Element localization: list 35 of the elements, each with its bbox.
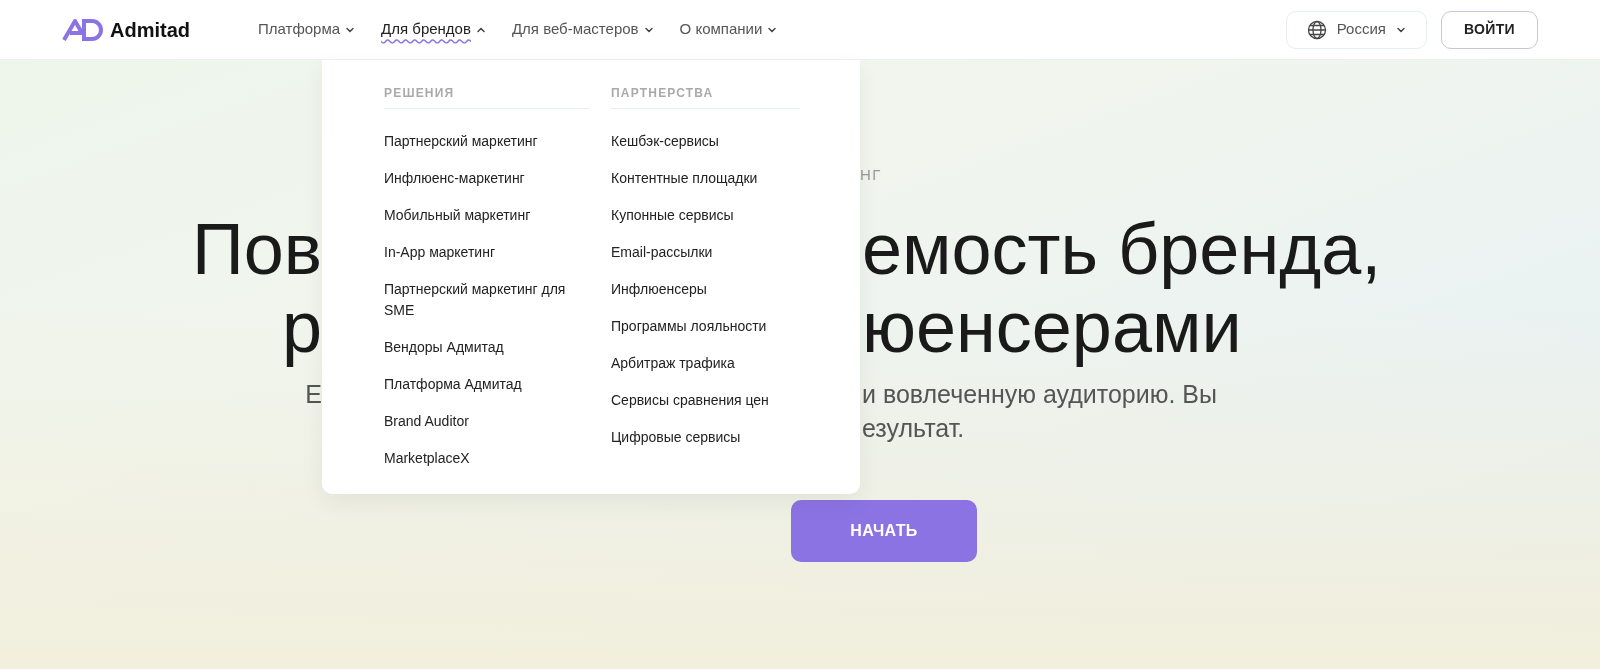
menu-link[interactable]: MarketplaceX <box>384 448 589 469</box>
start-button[interactable]: НАЧАТЬ <box>791 500 977 562</box>
menu-link[interactable]: Партнерский маркетинг <box>384 131 589 152</box>
nav-menu-item[interactable]: Платформа <box>258 18 356 41</box>
menu-link[interactable]: Email-рассылки <box>611 242 800 263</box>
menu-section-heading: РЕШЕНИЯ <box>384 84 589 109</box>
menu-link[interactable]: Кешбэк-сервисы <box>611 131 800 152</box>
menu-link[interactable]: Контентные площадки <box>611 168 800 189</box>
hero-eyebrow: НГ <box>860 165 882 185</box>
menu-link[interactable]: Платформа Адмитад <box>384 374 589 395</box>
hero-description: Е <box>305 379 322 410</box>
menu-link[interactable]: Партнерский маркетинг для SME <box>384 279 589 321</box>
logo-text[interactable]: Admitad <box>110 14 190 45</box>
menu-link[interactable]: Инфлюенс-маркетинг <box>384 168 589 189</box>
menu-link[interactable]: Цифровые сервисы <box>611 427 800 448</box>
menu-link[interactable]: Вендоры Адмитад <box>384 337 589 358</box>
logo-icon <box>62 17 104 42</box>
menu-link[interactable]: Программы лояльности <box>611 316 800 337</box>
menu-link[interactable]: Инфлюенсеры <box>611 279 800 300</box>
region-selector[interactable]: Россия <box>1285 10 1427 49</box>
nav-menu-item[interactable]: Для веб-мастеров <box>511 18 654 41</box>
hero-heading: Пов <box>191 213 322 285</box>
hero-description: и вовлеченную аудиторию. Вы <box>862 379 1217 410</box>
menu-link[interactable]: Сервисы сравнения цен <box>611 390 800 411</box>
menu-link[interactable]: Brand Auditor <box>384 411 589 432</box>
hero-description: езультат. <box>862 413 965 444</box>
menu-link[interactable]: In-App маркетинг <box>384 242 589 263</box>
menu-link[interactable]: Арбитраж трафика <box>611 353 800 374</box>
menu-section-heading: ПАРТНЕРСТВА <box>611 84 800 109</box>
login-button[interactable]: ВОЙТИ <box>1440 10 1538 49</box>
nav-menu-item[interactable]: О компании <box>679 18 778 41</box>
nav-menu-item[interactable]: Для брендов <box>381 18 486 41</box>
menu-link[interactable]: Мобильный маркетинг <box>384 205 589 226</box>
menu-link[interactable]: Купонные сервисы <box>611 205 800 226</box>
globe-icon <box>1306 19 1327 40</box>
